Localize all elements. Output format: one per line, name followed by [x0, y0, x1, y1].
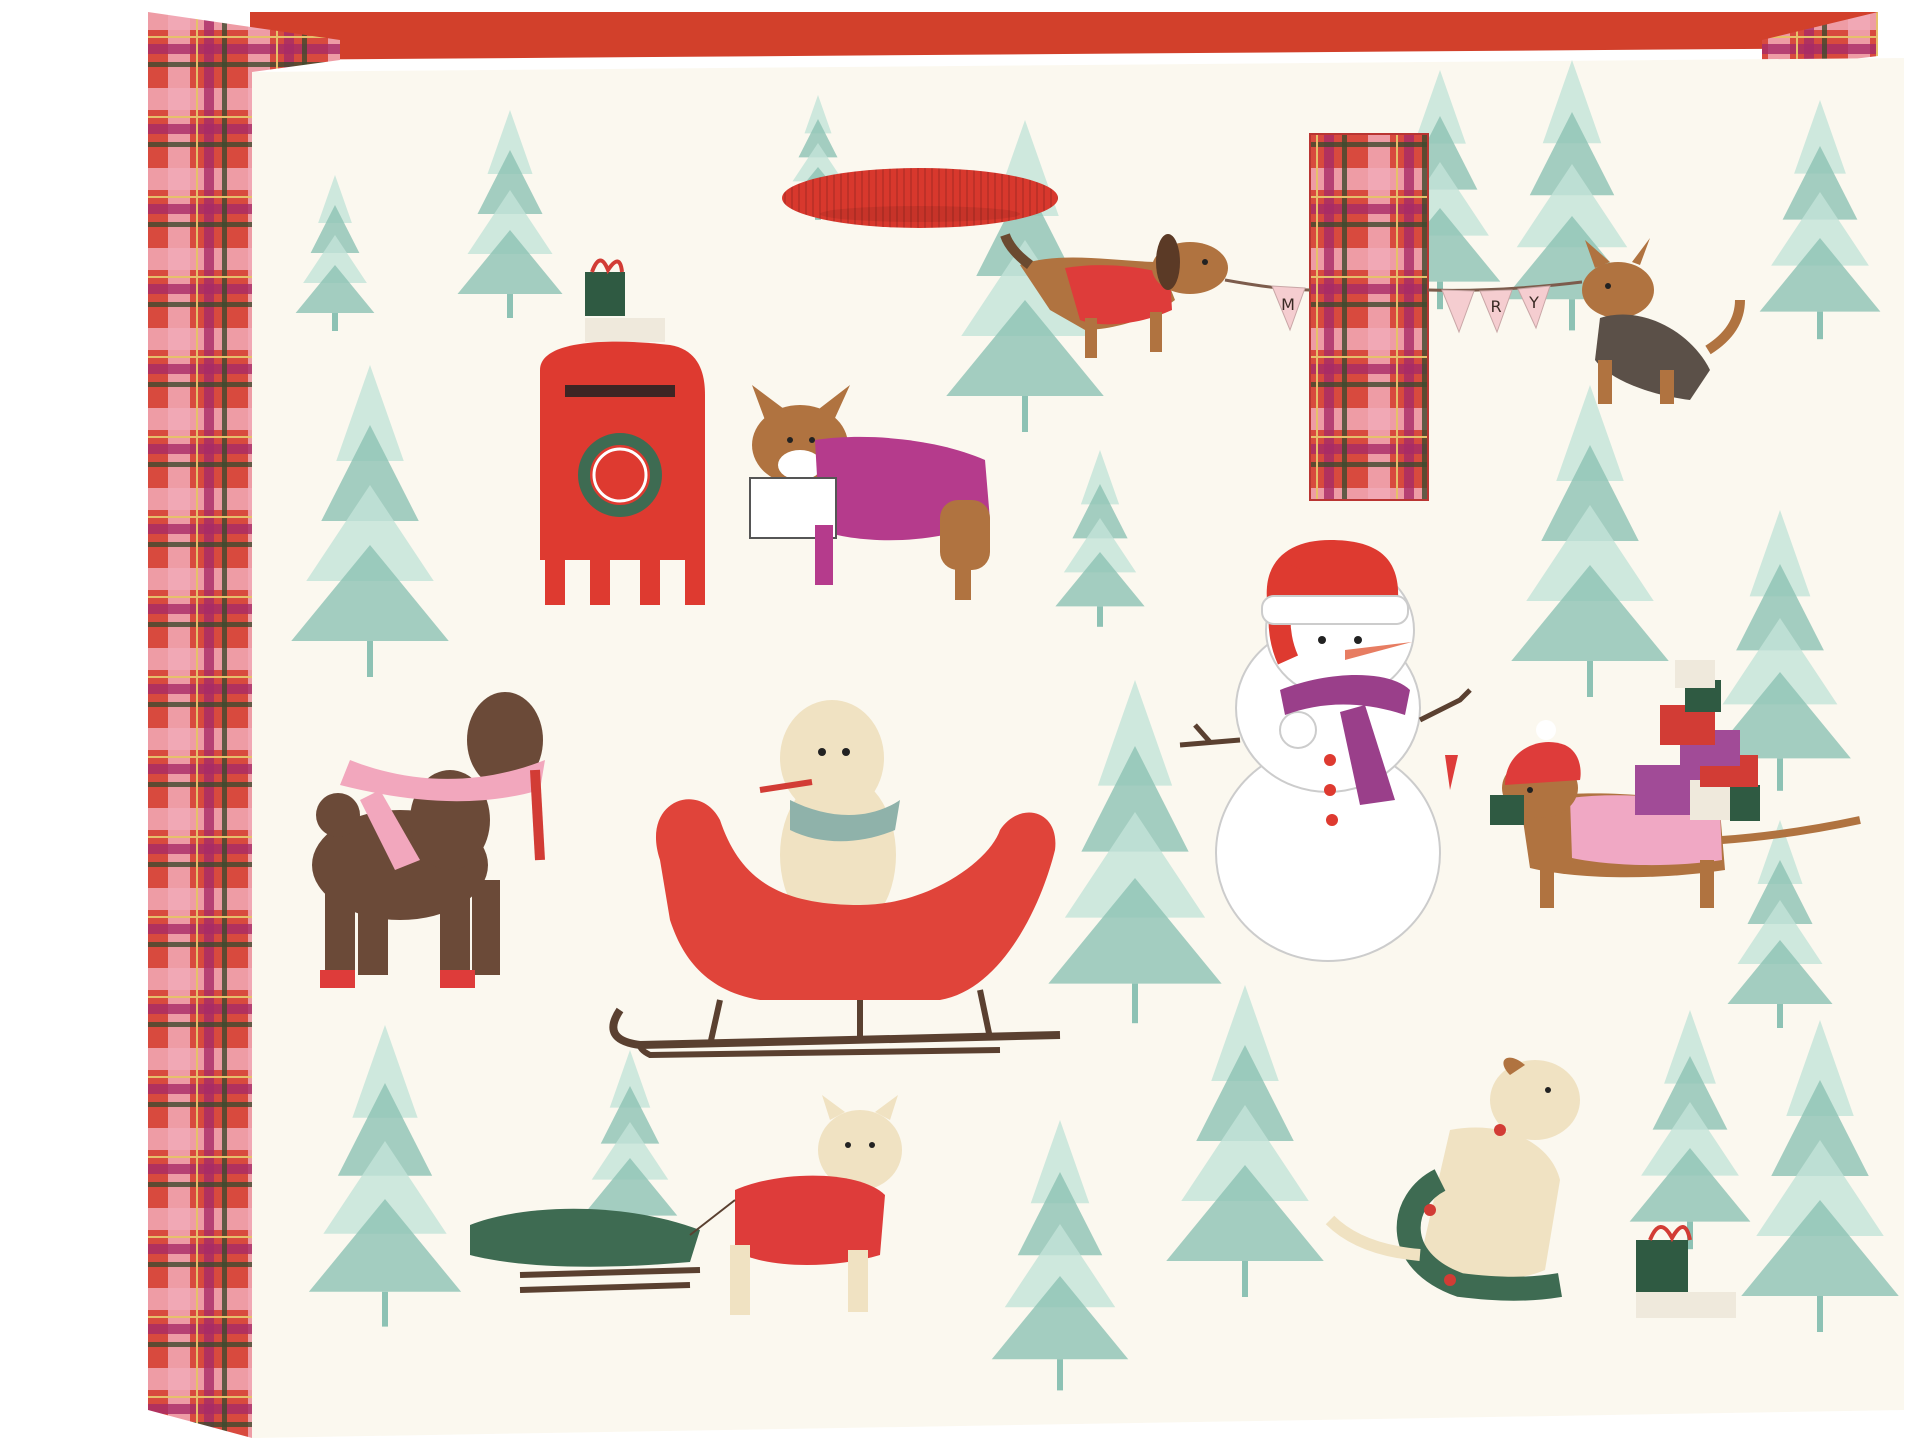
ribbon-handle: [782, 168, 1058, 228]
pine-tree-trunk: [1057, 1359, 1063, 1391]
pine-tree-trunk: [1132, 983, 1138, 1024]
pine-tree-trunk: [1817, 311, 1823, 340]
pine-tree-trunk: [1777, 758, 1783, 791]
banner-letter-r: R: [1490, 297, 1501, 316]
pine-tree-trunk: [1817, 1296, 1823, 1332]
plaid-hang-tag: [1309, 133, 1429, 501]
pine-tree-trunk: [1022, 396, 1028, 432]
banner-letter-m: M: [1281, 295, 1295, 314]
pine-tree-trunk: [1777, 1004, 1783, 1028]
banner-letter-y: Y: [1528, 293, 1539, 312]
pine-tree-trunk: [1437, 281, 1443, 310]
gift-bag-illustration: M R Y: [0, 0, 1923, 1446]
pine-tree-trunk: [367, 641, 373, 677]
pine-tree-trunk: [1569, 299, 1575, 331]
pine-tree-trunk: [1097, 606, 1103, 627]
pine-tree-trunk: [1587, 661, 1593, 697]
pine-tree-trunk: [507, 294, 513, 318]
pine-tree-trunk: [332, 313, 338, 331]
pine-tree-trunk: [382, 1291, 388, 1327]
pine-tree-trunk: [1242, 1261, 1248, 1297]
